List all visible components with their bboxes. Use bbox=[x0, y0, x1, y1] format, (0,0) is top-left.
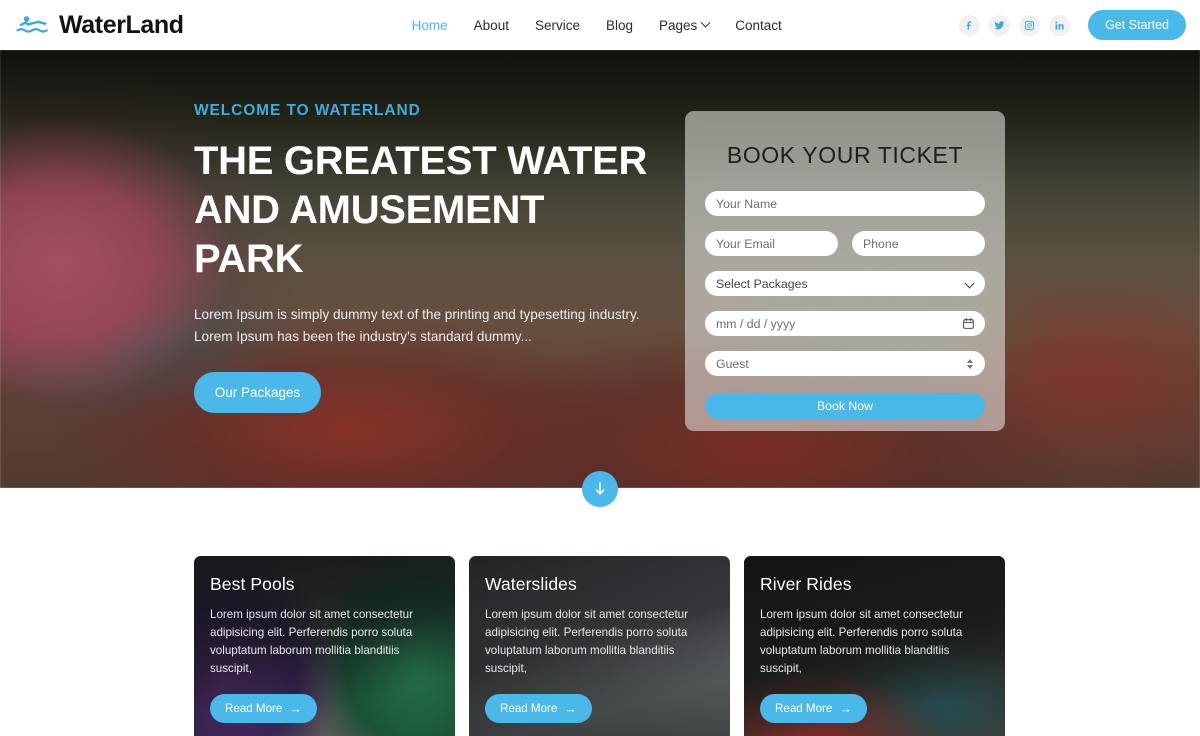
guest-input[interactable] bbox=[705, 351, 985, 376]
get-started-button[interactable]: Get Started bbox=[1088, 10, 1186, 40]
feature-card-river-rides[interactable]: River Rides Lorem ipsum dolor sit amet c… bbox=[744, 556, 1005, 736]
hero-title: THE GREATEST WATER AND AMUSEMENT PARK bbox=[194, 137, 664, 283]
nav-item-service[interactable]: Service bbox=[535, 18, 580, 33]
read-more-button[interactable]: Read More → bbox=[760, 694, 867, 724]
twitter-icon[interactable] bbox=[989, 14, 1011, 36]
feature-card-best-pools[interactable]: Best Pools Lorem ipsum dolor sit amet co… bbox=[194, 556, 455, 736]
header-actions: Get Started bbox=[959, 10, 1186, 40]
read-more-button[interactable]: Read More → bbox=[210, 694, 317, 724]
facebook-icon[interactable] bbox=[959, 14, 981, 36]
nav-label: Pages bbox=[659, 17, 698, 33]
brand-name: WaterLand bbox=[59, 10, 184, 39]
hero-eyebrow: WELCOME TO WATERLAND bbox=[194, 102, 421, 119]
nav-item-contact[interactable]: Contact bbox=[735, 18, 782, 33]
read-more-label: Read More bbox=[775, 702, 833, 716]
arrow-down-icon bbox=[595, 481, 605, 495]
arrow-right-icon: → bbox=[564, 701, 577, 716]
our-packages-button[interactable]: Our Packages bbox=[194, 372, 321, 414]
site-header: WaterLand Home About Service Blog Pages … bbox=[0, 0, 1200, 50]
arrow-right-icon: → bbox=[839, 701, 852, 716]
feature-card-waterslides[interactable]: Waterslides Lorem ipsum dolor sit amet c… bbox=[469, 556, 730, 736]
features-section: Best Pools Lorem ipsum dolor sit amet co… bbox=[0, 488, 1200, 736]
read-more-label: Read More bbox=[225, 702, 283, 716]
scroll-down-button[interactable] bbox=[582, 471, 618, 507]
hero-section: WELCOME TO WATERLAND THE GREATEST WATER … bbox=[0, 50, 1200, 488]
card-text: Lorem ipsum dolor sit amet consectetur a… bbox=[760, 608, 963, 676]
booking-form-title: BOOK YOUR TICKET bbox=[726, 142, 964, 168]
nav-item-about[interactable]: About bbox=[474, 18, 509, 33]
guest-input-wrapper bbox=[705, 351, 985, 376]
phone-input[interactable] bbox=[852, 231, 985, 256]
packages-select-wrapper bbox=[705, 271, 985, 296]
read-more-label: Read More bbox=[500, 702, 558, 716]
features-row: Best Pools Lorem ipsum dolor sit amet co… bbox=[0, 556, 1200, 736]
hero-title-line1: THE GREATEST WATER bbox=[194, 139, 648, 183]
email-phone-row bbox=[705, 231, 985, 256]
name-input[interactable] bbox=[705, 191, 985, 216]
date-input[interactable] bbox=[705, 311, 985, 336]
instagram-icon[interactable] bbox=[1019, 14, 1041, 36]
read-more-button[interactable]: Read More → bbox=[485, 694, 592, 724]
nav-item-home[interactable]: Home bbox=[412, 18, 448, 33]
chevron-down-icon bbox=[700, 17, 711, 28]
nav-item-pages[interactable]: Pages bbox=[659, 17, 711, 33]
date-input-wrapper bbox=[705, 311, 985, 336]
card-title: Best Pools bbox=[210, 574, 295, 594]
main-nav: Home About Service Blog Pages Contact bbox=[412, 17, 782, 33]
linkedin-icon[interactable] bbox=[1049, 14, 1071, 36]
card-text: Lorem ipsum dolor sit amet consectetur a… bbox=[485, 608, 688, 676]
swimmer-icon bbox=[16, 16, 48, 33]
email-input[interactable] bbox=[705, 231, 838, 256]
nav-label: Contact bbox=[735, 17, 782, 33]
card-text: Lorem ipsum dolor sit amet consectetur a… bbox=[210, 608, 413, 676]
book-now-button[interactable]: Book Now bbox=[705, 393, 985, 419]
nav-label: Blog bbox=[605, 17, 633, 33]
nav-label: About bbox=[473, 17, 509, 33]
card-title: Waterslides bbox=[485, 574, 577, 594]
card-title: River Rides bbox=[760, 574, 852, 594]
nav-label: Home bbox=[411, 17, 448, 33]
nav-label: Service bbox=[534, 17, 580, 33]
brand-logo[interactable]: WaterLand bbox=[16, 11, 184, 40]
arrow-right-icon: → bbox=[289, 701, 302, 716]
hero-copy: WELCOME TO WATERLAND THE GREATEST WATER … bbox=[194, 102, 664, 414]
nav-item-blog[interactable]: Blog bbox=[606, 18, 633, 33]
hero-title-line2: AND AMUSEMENT PARK bbox=[194, 187, 545, 281]
packages-select[interactable] bbox=[705, 271, 985, 296]
booking-form-card: BOOK YOUR TICKET Your Name Your Email Ph… bbox=[685, 111, 1005, 431]
hero-description: Lorem Ipsum is simply dummy text of the … bbox=[194, 307, 640, 345]
